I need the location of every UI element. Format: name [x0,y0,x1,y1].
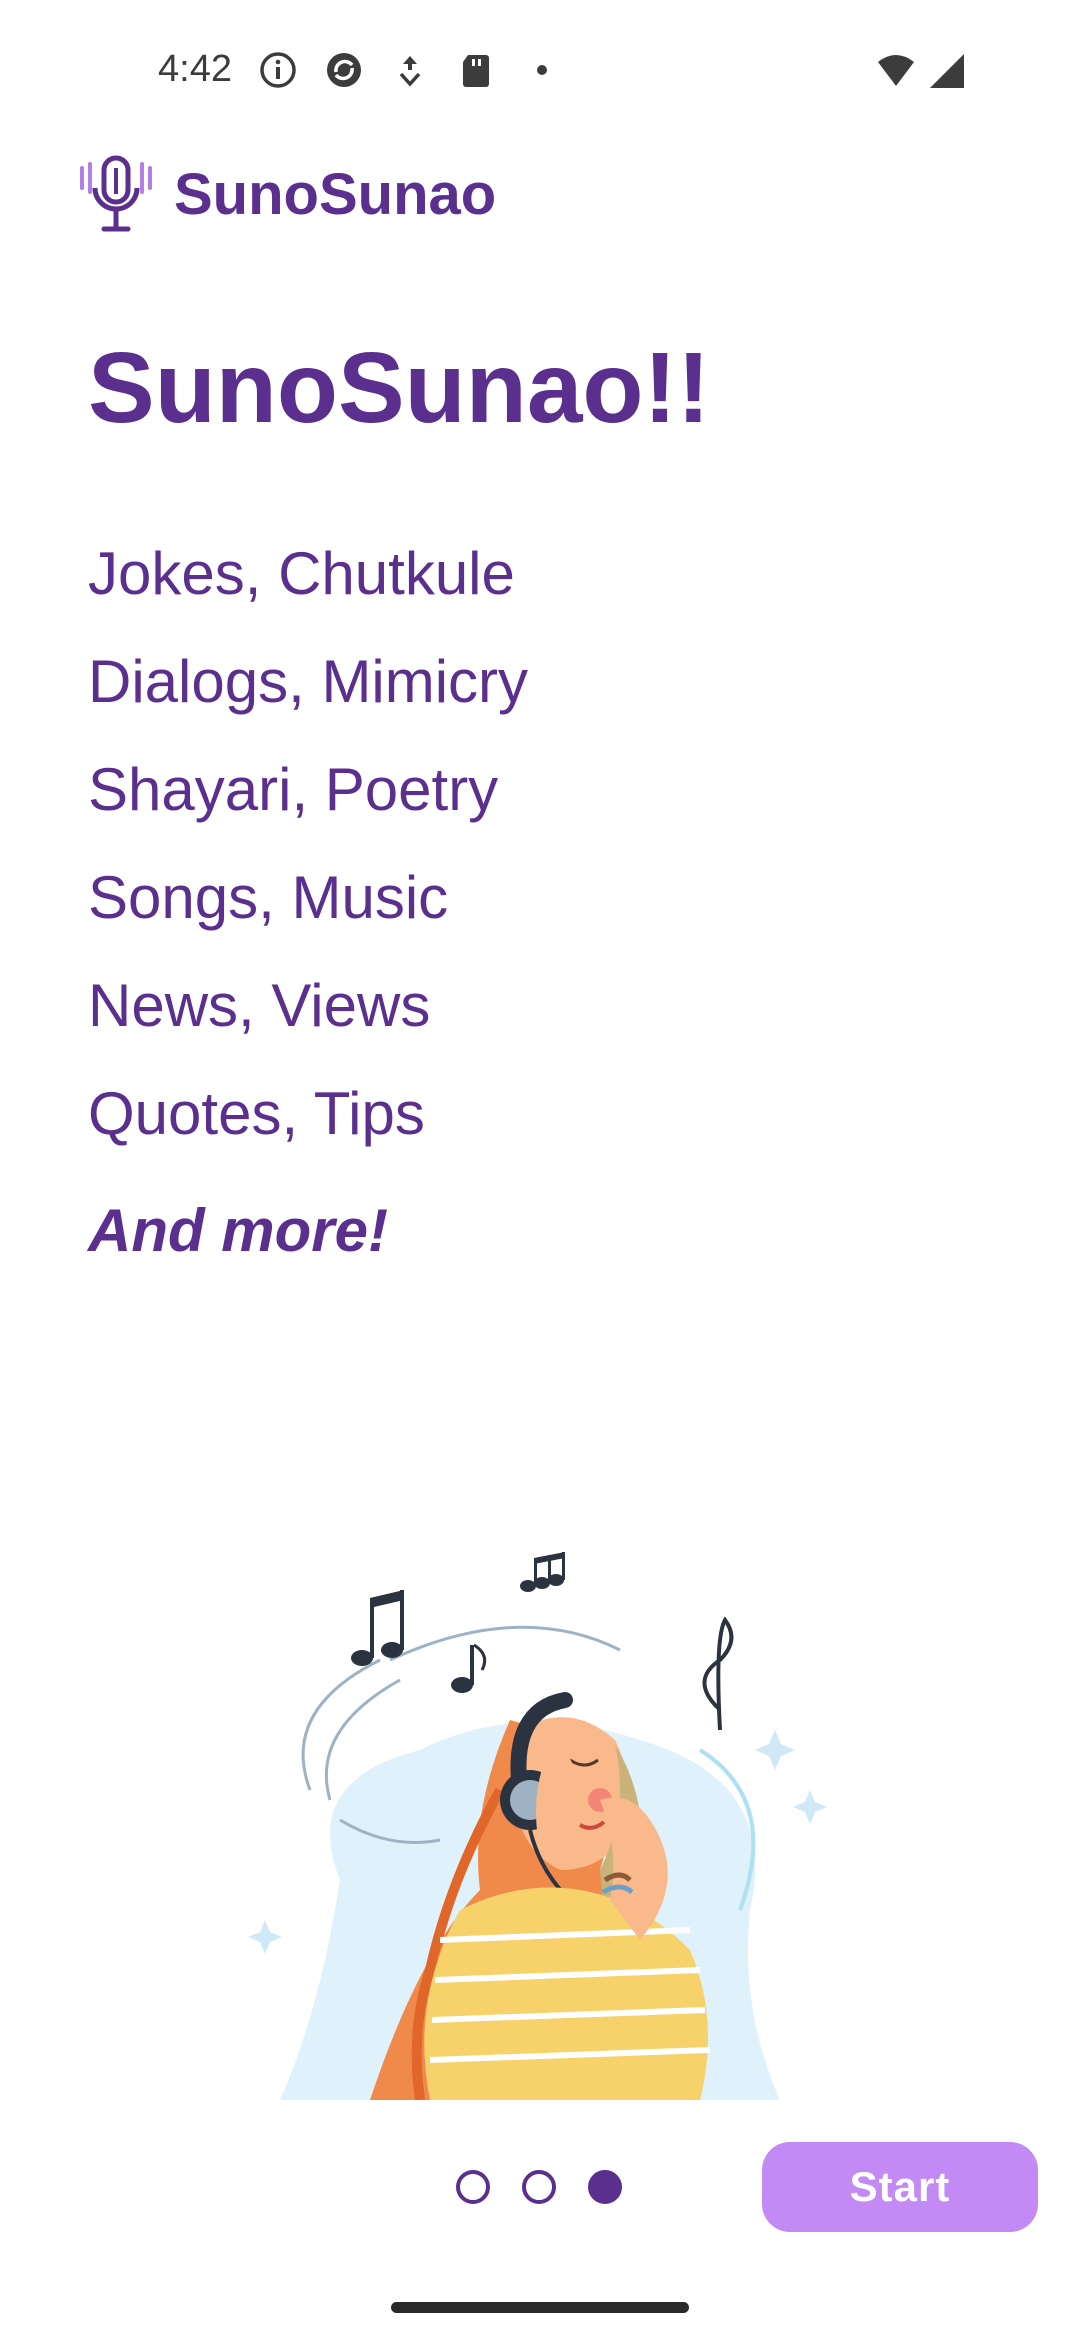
and-more-text: And more! [88,1197,388,1264]
status-bar: 4:42 [0,0,1080,140]
sync-icon [324,50,364,90]
start-button[interactable]: Start [762,2142,1038,2232]
page-indicator [456,2170,622,2204]
system-icons [876,52,968,90]
sd-card-icon [456,50,496,90]
feature-item: News, Views [88,972,431,1039]
app-name: SunoSunao [174,161,497,227]
feature-item: Shayari, Poetry [88,756,499,823]
dot-icon [522,50,562,90]
feature-item: Jokes, Chutkule [88,540,515,607]
page-title: SunoSunao!! [88,332,711,444]
app-header: SunoSunao [78,154,496,234]
feature-item: Quotes, Tips [88,1080,425,1147]
feature-item: Songs, Music [88,864,449,931]
download-icon [390,50,430,90]
notification-icons [258,50,562,90]
wifi-icon [876,52,916,90]
home-indicator[interactable] [391,2302,689,2313]
page-dot[interactable] [522,2170,556,2204]
page-dot-active[interactable] [588,2170,622,2204]
info-icon [258,50,298,90]
page-dot[interactable] [456,2170,490,2204]
feature-item: Dialogs, Mimicry [88,648,529,715]
music-listener-illustration [220,1550,880,2101]
microphone-icon [78,154,154,234]
feature-list: Jokes, Chutkule Dialogs, Mimicry Shayari… [88,540,528,1188]
signal-icon [928,52,968,90]
status-time: 4:42 [158,48,232,90]
